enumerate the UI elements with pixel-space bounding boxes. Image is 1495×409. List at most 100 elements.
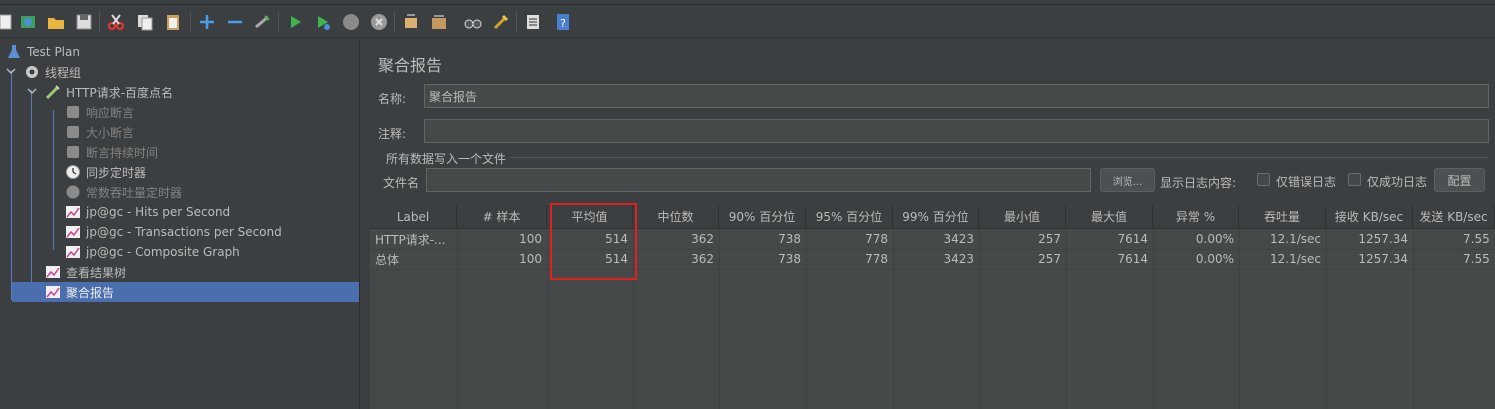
toolbar: ? [0, 6, 1495, 38]
table-cell: 778 [865, 232, 888, 246]
clear-icon[interactable] [400, 11, 422, 33]
tree-item-hits-per-second[interactable]: jp@gc - Hits per Second [65, 202, 230, 222]
paste-icon[interactable] [162, 11, 184, 33]
table-cell: 738 [778, 252, 801, 266]
panel-title: 聚合报告 [378, 56, 443, 75]
cut-icon[interactable] [105, 11, 127, 33]
file-group-label: 所有数据写入一个文件 [386, 150, 511, 167]
success-only-checkbox[interactable] [1348, 173, 1361, 186]
table-cell: 1257.34 [1358, 252, 1408, 266]
chevron-down-icon[interactable] [6, 66, 16, 76]
tree-item-label: Test Plan [27, 45, 80, 59]
table-header[interactable]: 异常 % [1153, 205, 1239, 229]
shutdown-icon[interactable] [368, 11, 390, 33]
table-cell: 738 [778, 232, 801, 246]
browse-button[interactable]: 浏览... [1100, 168, 1155, 192]
table-header[interactable]: 90% 百分位 [719, 205, 806, 229]
table-cell: 7.55 [1463, 252, 1490, 266]
tree-item-thread-group[interactable]: 线程组 [24, 62, 81, 82]
tree-item-label: 聚合报告 [66, 285, 115, 300]
log-display-label: 显示日志内容: [1160, 176, 1237, 190]
graph-icon [45, 284, 61, 300]
table-cell: 3423 [943, 252, 974, 266]
table-cell: 3423 [943, 232, 974, 246]
tree-item-label: 断言持续时间 [86, 145, 159, 160]
start-icon[interactable] [284, 11, 306, 33]
graph-icon [65, 204, 81, 220]
table-header[interactable]: 99% 百分位 [893, 205, 979, 229]
errors-only-checkbox[interactable] [1257, 173, 1270, 186]
tree-item-label: jp@gc - Composite Graph [86, 245, 240, 259]
filename-field[interactable] [426, 168, 1091, 192]
tree-guide-line [53, 110, 54, 250]
start-no-pause-icon[interactable] [312, 11, 334, 33]
new-icon[interactable] [0, 11, 16, 33]
help-icon[interactable]: ? [552, 11, 574, 33]
timer-icon [65, 164, 81, 180]
aggregate-report-panel: 聚合报告 名称: 注释: 所有数据写入一个文件 文件名 浏览... 显示日志内容… [370, 40, 1495, 409]
tree-item-aggregate-report[interactable]: 聚合报告 [12, 282, 359, 302]
open-icon[interactable] [45, 11, 67, 33]
toggle-icon[interactable] [252, 11, 274, 33]
search-icon[interactable] [462, 11, 484, 33]
stop-icon[interactable] [340, 11, 362, 33]
tree-item-response-assertion[interactable]: 响应断言 [65, 102, 134, 122]
flask-icon [6, 44, 22, 60]
table-cell: 0.00% [1195, 252, 1234, 266]
table-header[interactable]: 最小值 [979, 205, 1066, 229]
table-cell: 362 [691, 252, 714, 266]
tree-guide-line [11, 70, 12, 300]
tree-item-test-plan[interactable]: Test Plan [6, 42, 80, 62]
table-header[interactable]: 最大值 [1066, 205, 1153, 229]
copy-icon[interactable] [134, 11, 156, 33]
table-header[interactable]: 95% 百分位 [806, 205, 893, 229]
tree-item-transactions-per-second[interactable]: jp@gc - Transactions per Second [65, 222, 282, 242]
templates-icon[interactable] [17, 11, 39, 33]
tree-item-sync-timer[interactable]: 同步定时器 [65, 162, 146, 182]
table-cell: 514 [605, 232, 628, 246]
expand-icon[interactable] [196, 11, 218, 33]
menu-bar-strip [0, 0, 1495, 5]
clear-all-icon[interactable] [428, 11, 450, 33]
graph-icon [45, 264, 61, 280]
svg-text:?: ? [560, 17, 566, 30]
table-header[interactable]: 中位数 [633, 205, 719, 229]
table-cell: 12.1/sec [1270, 232, 1321, 246]
config-button[interactable]: 配置 [1434, 168, 1485, 192]
name-field[interactable] [424, 84, 1489, 108]
tree-item-view-results-tree[interactable]: 查看结果树 [45, 262, 126, 282]
table-cell: 7.55 [1463, 232, 1490, 246]
table-cell: 100 [519, 232, 542, 246]
tree-item-label: 常数吞吐量定时器 [86, 185, 183, 200]
collapse-icon[interactable] [224, 11, 246, 33]
table-cell: 257 [1038, 232, 1061, 246]
reset-search-icon[interactable] [490, 11, 512, 33]
graph-icon [65, 244, 81, 260]
table-header[interactable]: Label [370, 205, 457, 229]
assertion-icon [65, 124, 81, 140]
comment-field[interactable] [424, 119, 1489, 143]
table-header[interactable]: 发送 KB/sec [1413, 205, 1495, 229]
success-only-label: 仅成功日志 [1367, 175, 1428, 189]
table-cell: 362 [691, 232, 714, 246]
table-header[interactable]: 吞吐量 [1239, 205, 1326, 229]
table-cell: 7614 [1117, 232, 1148, 246]
group-divider [508, 157, 1489, 158]
table-header[interactable]: # 样本 [457, 205, 547, 229]
table-header[interactable]: 平均值 [547, 205, 633, 229]
tree-item-throughput-timer[interactable]: 常数吞吐量定时器 [65, 182, 182, 202]
tree-guide-line [31, 90, 32, 300]
assertion-icon [65, 104, 81, 120]
table-cell: 0.00% [1195, 232, 1234, 246]
pipette-icon [45, 84, 61, 100]
tree-item-size-assertion[interactable]: 大小断言 [65, 122, 134, 142]
table-header[interactable]: 接收 KB/sec [1326, 205, 1413, 229]
tree-item-composite-graph[interactable]: jp@gc - Composite Graph [65, 242, 240, 262]
chevron-down-icon[interactable] [27, 86, 37, 96]
tree-item-duration-assertion[interactable]: 断言持续时间 [65, 142, 158, 162]
tree-item-http-request[interactable]: HTTP请求-百度点名 [45, 82, 173, 102]
graph-icon [65, 224, 81, 240]
function-helper-icon[interactable] [522, 11, 544, 33]
table-cell: 514 [605, 252, 628, 266]
save-icon[interactable] [73, 11, 95, 33]
